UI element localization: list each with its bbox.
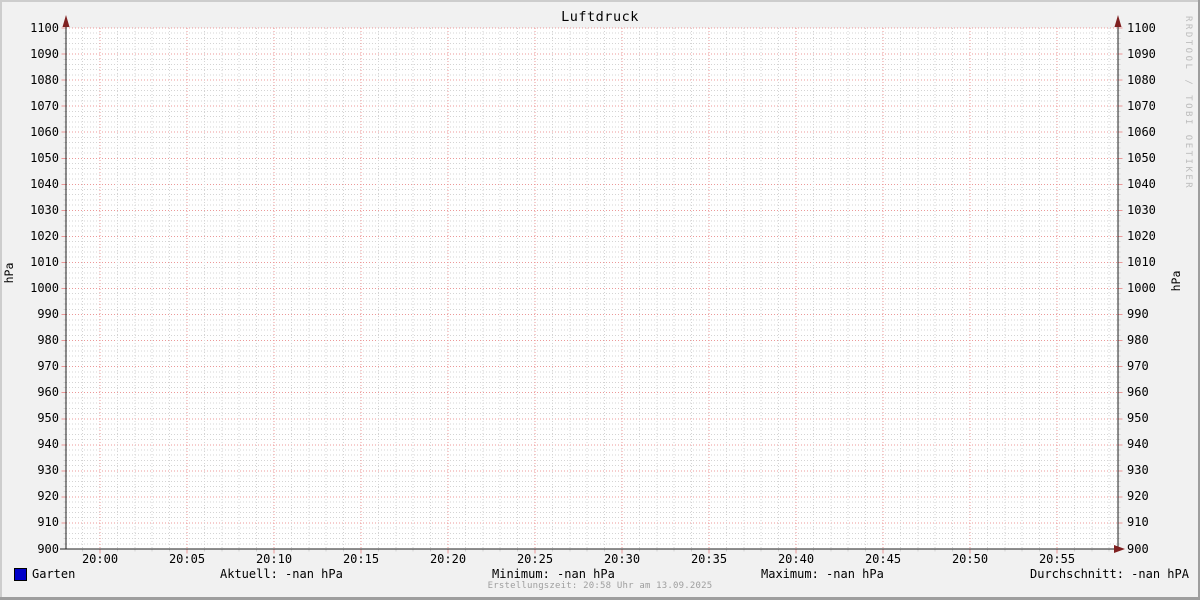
y-axis-tick-label-left: 1090 bbox=[17, 47, 59, 62]
x-axis-tick-label: 20:50 bbox=[942, 552, 998, 567]
y-axis-tick-label-left: 930 bbox=[17, 463, 59, 478]
bevel-border-left bbox=[0, 0, 2, 600]
y-axis-tick-label-right: 920 bbox=[1127, 489, 1169, 504]
y-axis-tick-label-right: 930 bbox=[1127, 463, 1169, 478]
x-axis-tick-label: 20:40 bbox=[768, 552, 824, 567]
series-color-swatch bbox=[14, 568, 27, 581]
y-axis-tick-label-right: 940 bbox=[1127, 437, 1169, 452]
y-axis-tick-label-right: 1030 bbox=[1127, 203, 1169, 218]
y-axis-tick-label-right: 1080 bbox=[1127, 73, 1169, 88]
y-axis-tick-label-left: 960 bbox=[17, 385, 59, 400]
x-axis-tick-label: 20:55 bbox=[1029, 552, 1085, 567]
y-axis-unit-left: hPa bbox=[2, 253, 16, 293]
bevel-border-top bbox=[0, 0, 1200, 2]
legend-maximum-value: Maximum: -nan hPa bbox=[761, 566, 884, 582]
x-axis-tick-label: 20:20 bbox=[420, 552, 476, 567]
y-axis-tick-label-right: 1020 bbox=[1127, 229, 1169, 244]
y-axis-tick-label-left: 1020 bbox=[17, 229, 59, 244]
y-axis-tick-label-right: 1100 bbox=[1127, 21, 1169, 36]
creation-timestamp: Erstellungszeit: 20:58 Uhr am 13.09.2025 bbox=[0, 581, 1200, 591]
x-axis-tick-label: 20:30 bbox=[594, 552, 650, 567]
x-axis-tick-label: 20:10 bbox=[246, 552, 302, 567]
x-axis-tick-label: 20:35 bbox=[681, 552, 737, 567]
y-axis-tick-label-left: 950 bbox=[17, 411, 59, 426]
y-axis-tick-label-right: 1000 bbox=[1127, 281, 1169, 296]
x-axis-tick-label: 20:05 bbox=[159, 552, 215, 567]
y-axis-tick-label-right: 1090 bbox=[1127, 47, 1169, 62]
y-axis-tick-label-left: 1040 bbox=[17, 177, 59, 192]
y-axis-tick-label-left: 1080 bbox=[17, 73, 59, 88]
y-axis-tick-label-left: 970 bbox=[17, 359, 59, 374]
legend-row: Garten Aktuell: -nan hPa Minimum: -nan h… bbox=[0, 566, 1200, 582]
y-axis-unit-right: hPa bbox=[1169, 261, 1183, 301]
y-axis-tick-label-right: 950 bbox=[1127, 411, 1169, 426]
y-axis-tick-label-left: 940 bbox=[17, 437, 59, 452]
y-axis-tick-label-right: 1010 bbox=[1127, 255, 1169, 270]
legend-series-label: Garten bbox=[32, 566, 75, 582]
y-axis-tick-label-right: 910 bbox=[1127, 515, 1169, 530]
y-axis-tick-label-left: 1030 bbox=[17, 203, 59, 218]
rrdtool-watermark: RRDTOOL / TOBI OETIKER bbox=[1183, 16, 1193, 190]
legend-current-value: Aktuell: -nan hPa bbox=[220, 566, 343, 582]
luftdruck-rrd-graph: Luftdruck hPa hPa 1100 1090 1080 1070 1060 10… bbox=[0, 0, 1200, 600]
x-axis-tick-label: 20:45 bbox=[855, 552, 911, 567]
y-axis-tick-label-right: 960 bbox=[1127, 385, 1169, 400]
y-axis-tick-label-left: 980 bbox=[17, 333, 59, 348]
y-axis-tick-label-left: 1010 bbox=[17, 255, 59, 270]
y-axis-tick-label-right: 1060 bbox=[1127, 125, 1169, 140]
y-axis-tick-label-right: 970 bbox=[1127, 359, 1169, 374]
x-axis-tick-label: 20:25 bbox=[507, 552, 563, 567]
plot-area bbox=[66, 28, 1118, 549]
y-axis-tick-label-right: 990 bbox=[1127, 307, 1169, 322]
y-axis-tick-label-right: 1050 bbox=[1127, 151, 1169, 166]
chart-title: Luftdruck bbox=[0, 9, 1200, 25]
legend-average-value: Durchschnitt: -nan hPA bbox=[1030, 566, 1189, 582]
y-axis-tick-label-left: 900 bbox=[17, 542, 59, 557]
y-axis-tick-label-left: 910 bbox=[17, 515, 59, 530]
x-axis-tick-label: 20:00 bbox=[72, 552, 128, 567]
y-axis-tick-label-right: 1070 bbox=[1127, 99, 1169, 114]
y-axis-tick-label-left: 1070 bbox=[17, 99, 59, 114]
x-axis-tick-label: 20:15 bbox=[333, 552, 389, 567]
y-axis-tick-label-left: 1000 bbox=[17, 281, 59, 296]
y-axis-tick-label-left: 1060 bbox=[17, 125, 59, 140]
y-axis-tick-label-left: 990 bbox=[17, 307, 59, 322]
y-axis-tick-label-right: 1040 bbox=[1127, 177, 1169, 192]
y-axis-tick-label-right: 980 bbox=[1127, 333, 1169, 348]
y-axis-tick-label-left: 1100 bbox=[17, 21, 59, 36]
legend-minimum-value: Minimum: -nan hPa bbox=[492, 566, 615, 582]
y-axis-tick-label-left: 1050 bbox=[17, 151, 59, 166]
y-axis-tick-label-left: 920 bbox=[17, 489, 59, 504]
y-axis-tick-label-right: 900 bbox=[1127, 542, 1169, 557]
